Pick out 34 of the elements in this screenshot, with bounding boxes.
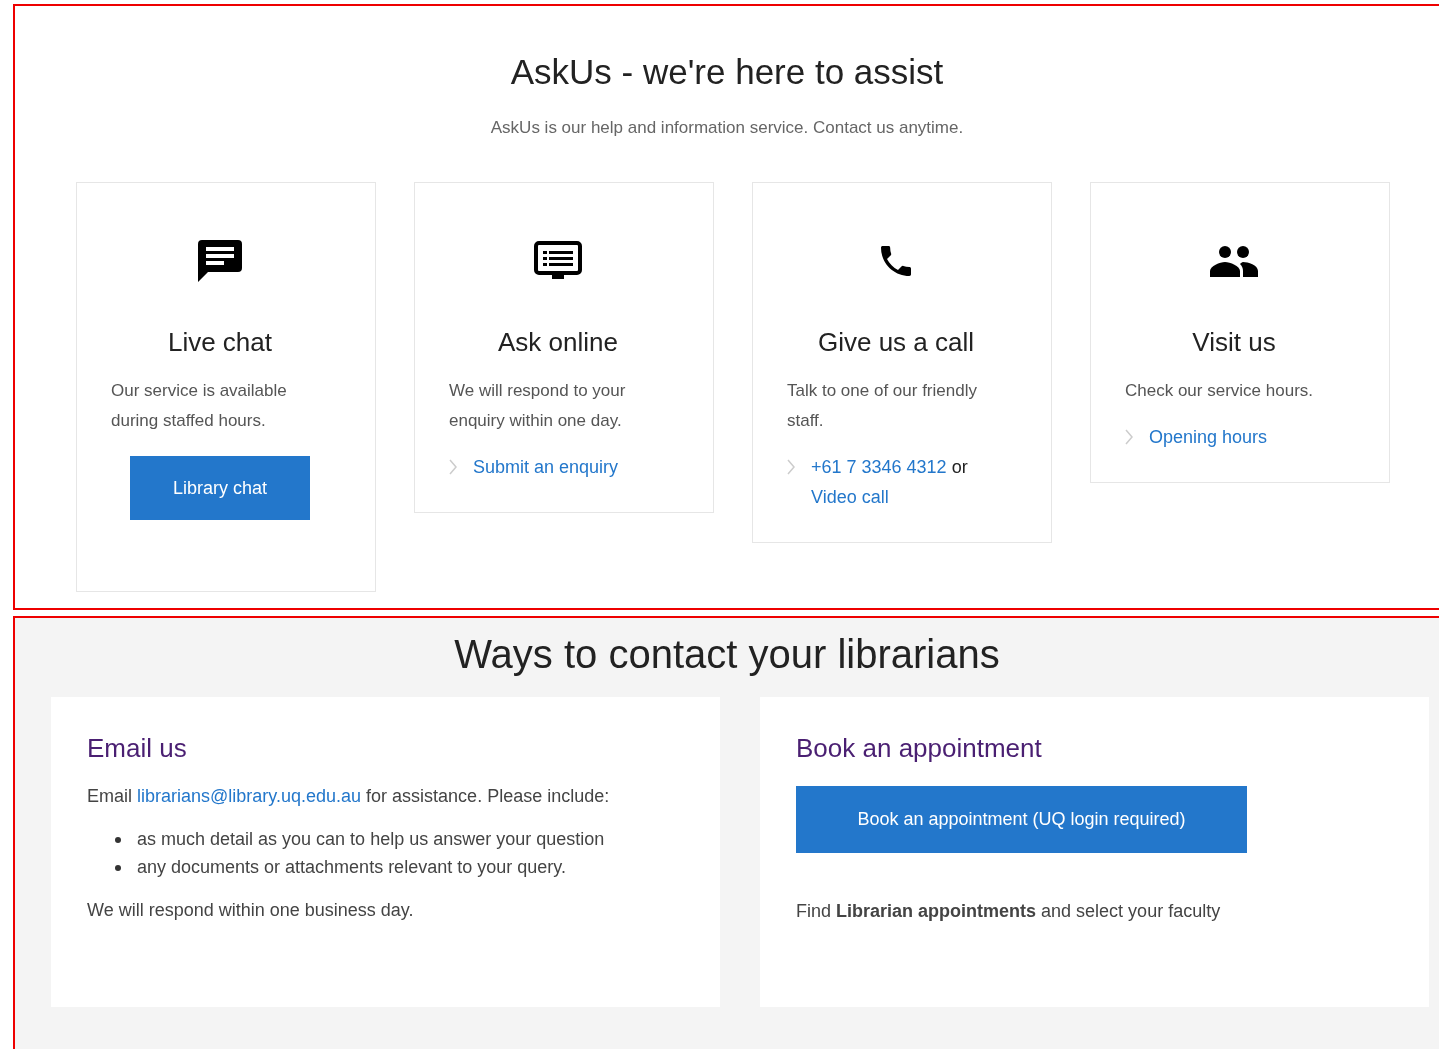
chevron-icon [787,459,795,475]
bullet-dot [115,864,121,871]
card-title: Book an appointment [796,733,1043,764]
card-description: Talk to one of our friendly staff. [787,380,978,432]
link-separator: or [951,456,968,479]
appointment-note: Find Librarian appointments and select your faculty [796,901,1222,922]
email-intro: Email librarians@library.uq.edu.au for assistance. Please include: [87,786,611,807]
chat-button[interactable]: Library chat [130,456,310,520]
bullet-dot [115,836,121,843]
card-description: Our service is available during staffed hours. [111,380,288,432]
chevron-icon [1125,429,1133,445]
card-title: Give us a call [816,327,976,358]
section-subtitle: AskUs is our help and information service. Contact us anytime. [489,118,965,138]
list-item: any documents or attachments relevant to your query. [137,857,566,878]
card-link[interactable]: +61 7 3346 4312 [811,452,947,482]
card-title: Live chat [166,327,274,358]
card-link[interactable]: Submit an enquiry [473,452,619,482]
card-description: We will respond to your enquiry within one day. [449,380,627,432]
card-title: Ask online [497,327,619,358]
card-link[interactable]: Opening hours [1149,422,1268,452]
monitor-icon [534,241,582,281]
chevron-icon [449,459,457,475]
response-note: We will respond within one business day. [87,900,415,921]
book-appointment-button[interactable]: Book an appointment (UQ login required) [796,786,1247,853]
card-title: Email us [87,733,188,764]
card-description: Check our service hours. [1125,380,1315,402]
people-icon [1210,245,1258,277]
section-title: AskUs - we're here to assist [509,52,945,92]
card-link[interactable]: Video call [811,482,889,512]
chat-icon [198,240,242,282]
list-item: as much detail as you can to help us answer your question [137,829,605,850]
email-link[interactable]: librarians@library.uq.edu.au [137,786,362,806]
card-title: Visit us [1191,327,1277,358]
section-title: Ways to contact your librarians [453,632,1001,677]
